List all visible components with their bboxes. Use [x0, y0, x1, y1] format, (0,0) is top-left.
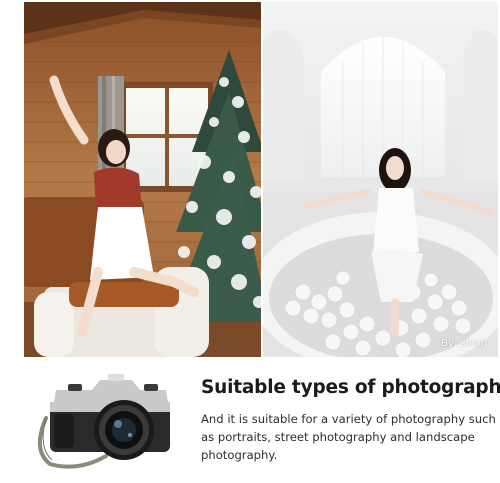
ballpit-portrait-photo: By: smart [263, 2, 498, 357]
photo-collage: By: smart [24, 2, 498, 357]
photo-credit: By: smart [441, 338, 488, 349]
section-description: And it is suitable for a variety of phot… [201, 412, 496, 462]
cabin-portrait-photo [24, 2, 261, 357]
camera-icon [38, 374, 170, 469]
section-heading: Suitable types of photography [201, 377, 500, 398]
studio-scene-image [263, 2, 498, 357]
cabin-scene-image [24, 2, 261, 357]
feature-text-block: Suitable types of photography And it is … [201, 377, 500, 464]
camera-product-image [28, 360, 178, 475]
